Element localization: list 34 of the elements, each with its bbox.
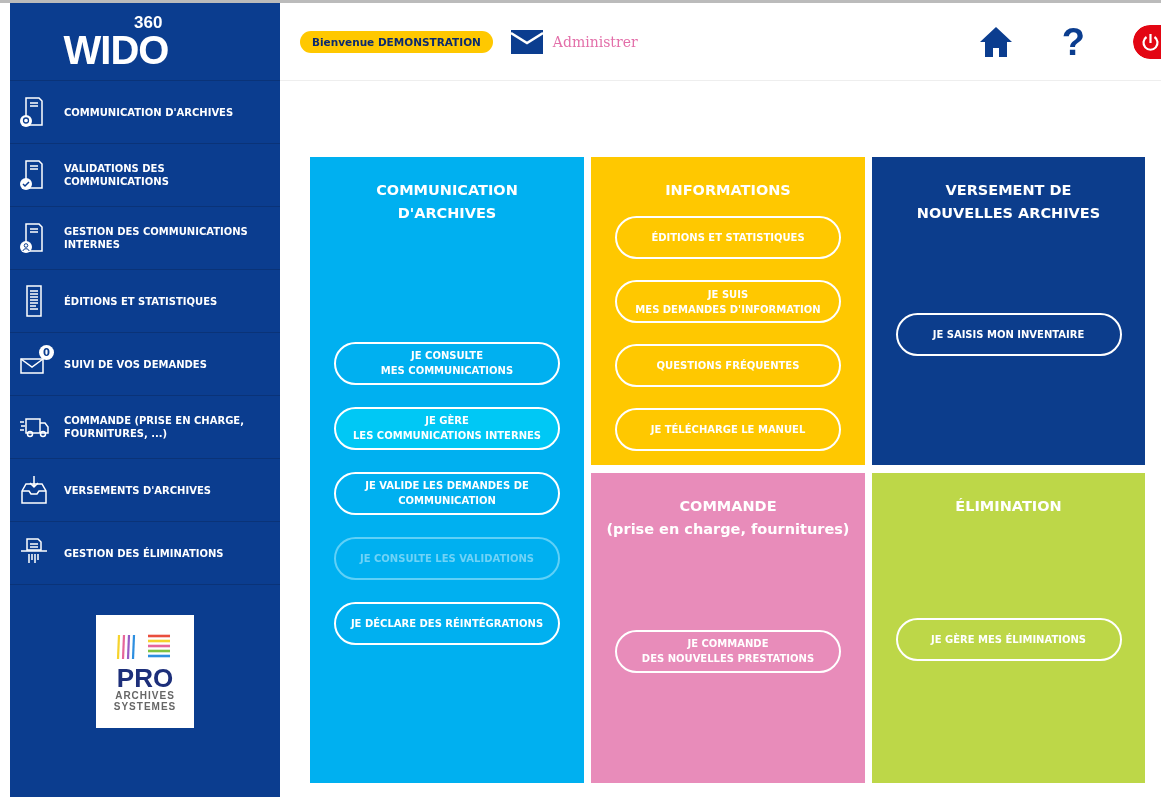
action-button[interactable]: JE GÈRE MES ÉLIMINATIONS — [895, 618, 1122, 661]
tile-title: COMMUNICATION D'ARCHIVES — [376, 181, 518, 223]
welcome-badge: Bienvenue DEMONSTRATION — [300, 30, 493, 53]
sidebar-item[interactable]: 0 SUIVI DE VOS DEMANDES — [10, 333, 280, 396]
action-button[interactable]: JE GÈRE LES COMMUNICATIONS INTERNES — [334, 406, 560, 450]
logo-text: WIDO — [63, 30, 169, 70]
action-button[interactable]: JE DÉCLARE DES RÉINTÉGRATIONS — [334, 601, 560, 645]
action-button[interactable]: QUESTIONS FRÉQUENTES — [615, 344, 841, 387]
tile-title: INFORMATIONS — [665, 181, 791, 200]
sidebar-item[interactable]: VERSEMENTS D'ARCHIVES — [10, 459, 280, 522]
sidebar-item[interactable]: COMMANDE (PRISE EN CHARGE, FOURNITURES, ...) — [10, 396, 280, 459]
action-button[interactable]: JE SAISIS MON INVENTAIRE — [895, 312, 1122, 356]
sidebar-item[interactable]: VALIDATIONS DES COMMUNICATIONS — [10, 144, 280, 207]
action-button[interactable]: JE TÉLÉCHARGE LE MANUEL — [615, 408, 841, 451]
action-button[interactable]: JE VALIDE LES DEMANDES DE COMMUNICATION — [334, 471, 560, 515]
action-button[interactable]: JE COMMANDE DES NOUVELLES PRESTATIONS — [615, 629, 841, 673]
action-button[interactable]: JE SUIS MES DEMANDES D'INFORMATION — [615, 280, 841, 323]
sidebar-item[interactable]: ÉDITIONS ET STATISTIQUES — [10, 270, 280, 333]
sidebar-item[interactable]: COMMUNICATION D'ARCHIVES — [10, 81, 280, 144]
administer-link[interactable]: Administrer — [552, 33, 638, 50]
help-button[interactable]: ? — [1061, 22, 1085, 61]
tile-title: COMMANDE (prise en charge, fournitures) — [606, 497, 850, 539]
power-icon[interactable] — [1133, 24, 1161, 59]
inbox-icon — [18, 473, 50, 507]
count-badge: 0 — [39, 345, 54, 360]
sidebar-item[interactable]: GESTION DES COMMUNICATIONS INTERNES — [10, 207, 280, 270]
version-text: 360 — [134, 14, 163, 31]
action-button[interactable]: ÉDITIONS ET STATISTIQUES — [615, 216, 841, 259]
tile-title: ÉLIMINATION — [955, 497, 1062, 516]
action-button[interactable]: JE CONSULTE MES COMMUNICATIONS — [334, 341, 560, 385]
sidebar-item[interactable]: GESTION DES ÉLIMINATIONS — [10, 522, 280, 585]
envelope-icon[interactable] — [510, 29, 543, 54]
tile-title: VERSEMENT DE NOUVELLES ARCHIVES — [916, 181, 1101, 223]
partner-logo: PRO ARCHIVES SYSTEMES — [96, 615, 194, 728]
